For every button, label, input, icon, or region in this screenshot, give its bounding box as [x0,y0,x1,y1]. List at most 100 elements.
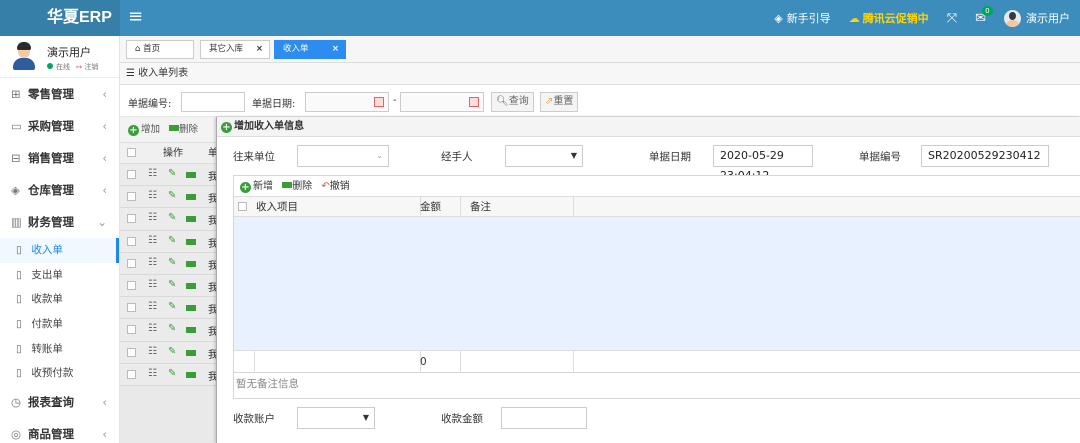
table-row[interactable]: ☷ ✎ 我 [120,208,216,231]
row-checkbox[interactable] [127,258,136,268]
app-logo[interactable]: 华夏ERP [0,0,120,36]
list-detail-icon[interactable]: ☷ [148,168,157,179]
menu-toggle-icon[interactable]: ≡ [128,7,143,27]
bill-no-input[interactable] [181,92,245,112]
tab-home[interactable]: ⌂ 首页 [126,40,194,59]
bill-date-end-input[interactable] [400,92,484,112]
row-checkbox[interactable] [127,325,136,335]
calendar-icon[interactable] [374,97,384,107]
list-detail-icon[interactable]: ☷ [148,368,157,379]
edit-icon[interactable]: ✎ [168,368,176,379]
logout-link[interactable]: 注销 [84,63,98,71]
detail-add-button[interactable]: 新增 [253,181,273,192]
user-menu[interactable]: 演示用户 [1004,9,1070,27]
detail-select-all-checkbox[interactable] [238,202,247,211]
detail-undo-button[interactable]: 撤销 [330,181,350,192]
bill-no-field-label: 单据编号 [859,151,901,163]
calendar-icon[interactable] [469,97,479,107]
search-button[interactable]: 🔍︎查询 [491,92,534,112]
sidebar-sub-expense[interactable]: ▯ 支出单 [0,263,119,288]
edit-icon[interactable]: ✎ [168,257,176,268]
select-all-checkbox[interactable] [127,148,136,157]
delete-icon[interactable] [186,305,196,312]
edit-icon[interactable]: ✎ [168,168,176,179]
bill-date-start-input[interactable] [305,92,389,112]
guide-link[interactable]: ◈ 新手引导 [774,10,830,26]
edit-icon[interactable]: ✎ [168,212,176,223]
list-detail-icon[interactable]: ☷ [148,346,157,357]
delete-icon[interactable] [186,194,196,201]
sidebar-item-goods[interactable]: ◎ 商品管理 ‹ [0,418,119,443]
sidebar-item-sales[interactable]: ⊟ 销售管理 ‹ [0,142,119,174]
amount-input[interactable] [501,407,587,429]
row-checkbox[interactable] [127,192,136,202]
edit-icon[interactable]: ✎ [168,323,176,334]
list-detail-icon[interactable]: ☷ [148,212,157,223]
delete-icon[interactable] [186,371,196,378]
edit-icon[interactable]: ✎ [168,346,176,357]
table-row[interactable]: ☷ ✎ 我 [120,230,216,253]
sidebar-sub-advance[interactable]: ▯ 收预付款 [0,361,119,386]
table-row[interactable]: ☷ ✎ 我 [120,186,216,209]
list-add-button[interactable]: 增加 [141,124,160,135]
row-checkbox[interactable] [127,170,136,179]
table-row[interactable]: ☷ ✎ 我 [120,164,216,187]
row-checkbox[interactable] [127,369,136,379]
table-row[interactable]: ☷ ✎ 我 [120,341,216,364]
edit-icon[interactable]: ✎ [168,301,176,312]
delete-icon[interactable] [186,349,196,356]
handler-select[interactable]: ▼ [505,145,583,167]
sidebar-item-purchase[interactable]: ▭ 采购管理 ‹ [0,110,119,142]
delete-icon[interactable] [186,172,196,178]
list-detail-icon[interactable]: ☷ [148,301,157,312]
row-checkbox[interactable] [127,236,136,246]
account-select[interactable]: ▼ [297,407,375,429]
list-detail-icon[interactable]: ☷ [148,190,157,201]
list-detail-icon[interactable]: ☷ [148,279,157,290]
bill-no-field[interactable]: SR20200529230412 [921,145,1049,167]
sidebar-item-retail[interactable]: ⊞ 零售管理 ‹ [0,78,119,110]
delete-icon[interactable] [186,282,196,289]
sidebar-item-finance[interactable]: ▥ 财务管理 ⌄ [0,206,119,238]
notification-button[interactable]: ✉ 0 [975,5,993,26]
sidebar-sub-transfer[interactable]: ▯ 转账单 [0,337,119,362]
table-row[interactable]: ☷ ✎ 我 [120,274,216,298]
list-delete-button[interactable]: 删除 [179,124,198,135]
sidebar-item-reports[interactable]: ◷ 报表查询 ‹ [0,386,119,418]
promo-link[interactable]: ☁ 腾讯云促销中 [849,10,929,26]
list-detail-icon[interactable]: ☷ [148,257,157,268]
detail-delete-button[interactable]: 删除 [292,181,312,192]
close-icon[interactable]: × [332,41,339,58]
sidebar-sub-income[interactable]: ▯ 收入单 [0,238,119,263]
doc-icon: ▯ [16,244,22,256]
edit-icon[interactable]: ✎ [168,190,176,201]
list-detail-icon[interactable]: ☷ [148,235,157,246]
table-row[interactable]: ☷ ✎ 我 [120,297,216,320]
row-checkbox[interactable] [127,303,136,313]
table-row[interactable]: ☷ ✎ 我 [120,363,216,386]
delete-icon[interactable] [186,327,196,334]
close-icon[interactable]: × [256,41,263,58]
reset-button[interactable]: ⇗重置 [540,92,579,112]
bill-date-field[interactable]: 2020-05-29 23:04:12 [713,145,813,182]
fullscreen-icon[interactable]: ⤧ [947,11,957,26]
tab-other-inbound[interactable]: 其它入库 × [200,40,270,59]
sidebar-sub-receipt[interactable]: ▯ 收款单 [0,287,119,312]
sidebar-sub-payment[interactable]: ▯ 付款单 [0,312,119,337]
delete-icon[interactable] [186,216,196,223]
row-checkbox[interactable] [127,347,136,357]
edit-icon[interactable]: ✎ [168,279,176,290]
tab-income[interactable]: 收入单 × [274,40,346,59]
col-action: 操作 [163,148,183,159]
edit-icon[interactable]: ✎ [168,235,176,246]
remark-textarea[interactable]: 暂无备注信息 [233,373,1080,399]
sidebar-item-warehouse[interactable]: ◈ 仓库管理 ‹ [0,174,119,206]
delete-icon[interactable] [186,260,196,267]
table-row[interactable]: ☷ ✎ 我 [120,252,216,275]
row-checkbox[interactable] [127,214,136,224]
delete-icon[interactable] [186,238,196,245]
list-detail-icon[interactable]: ☷ [148,323,157,334]
table-row[interactable]: ☷ ✎ 我 [120,319,216,342]
row-checkbox[interactable] [127,280,136,290]
partner-select[interactable]: ⌄ [297,145,389,167]
